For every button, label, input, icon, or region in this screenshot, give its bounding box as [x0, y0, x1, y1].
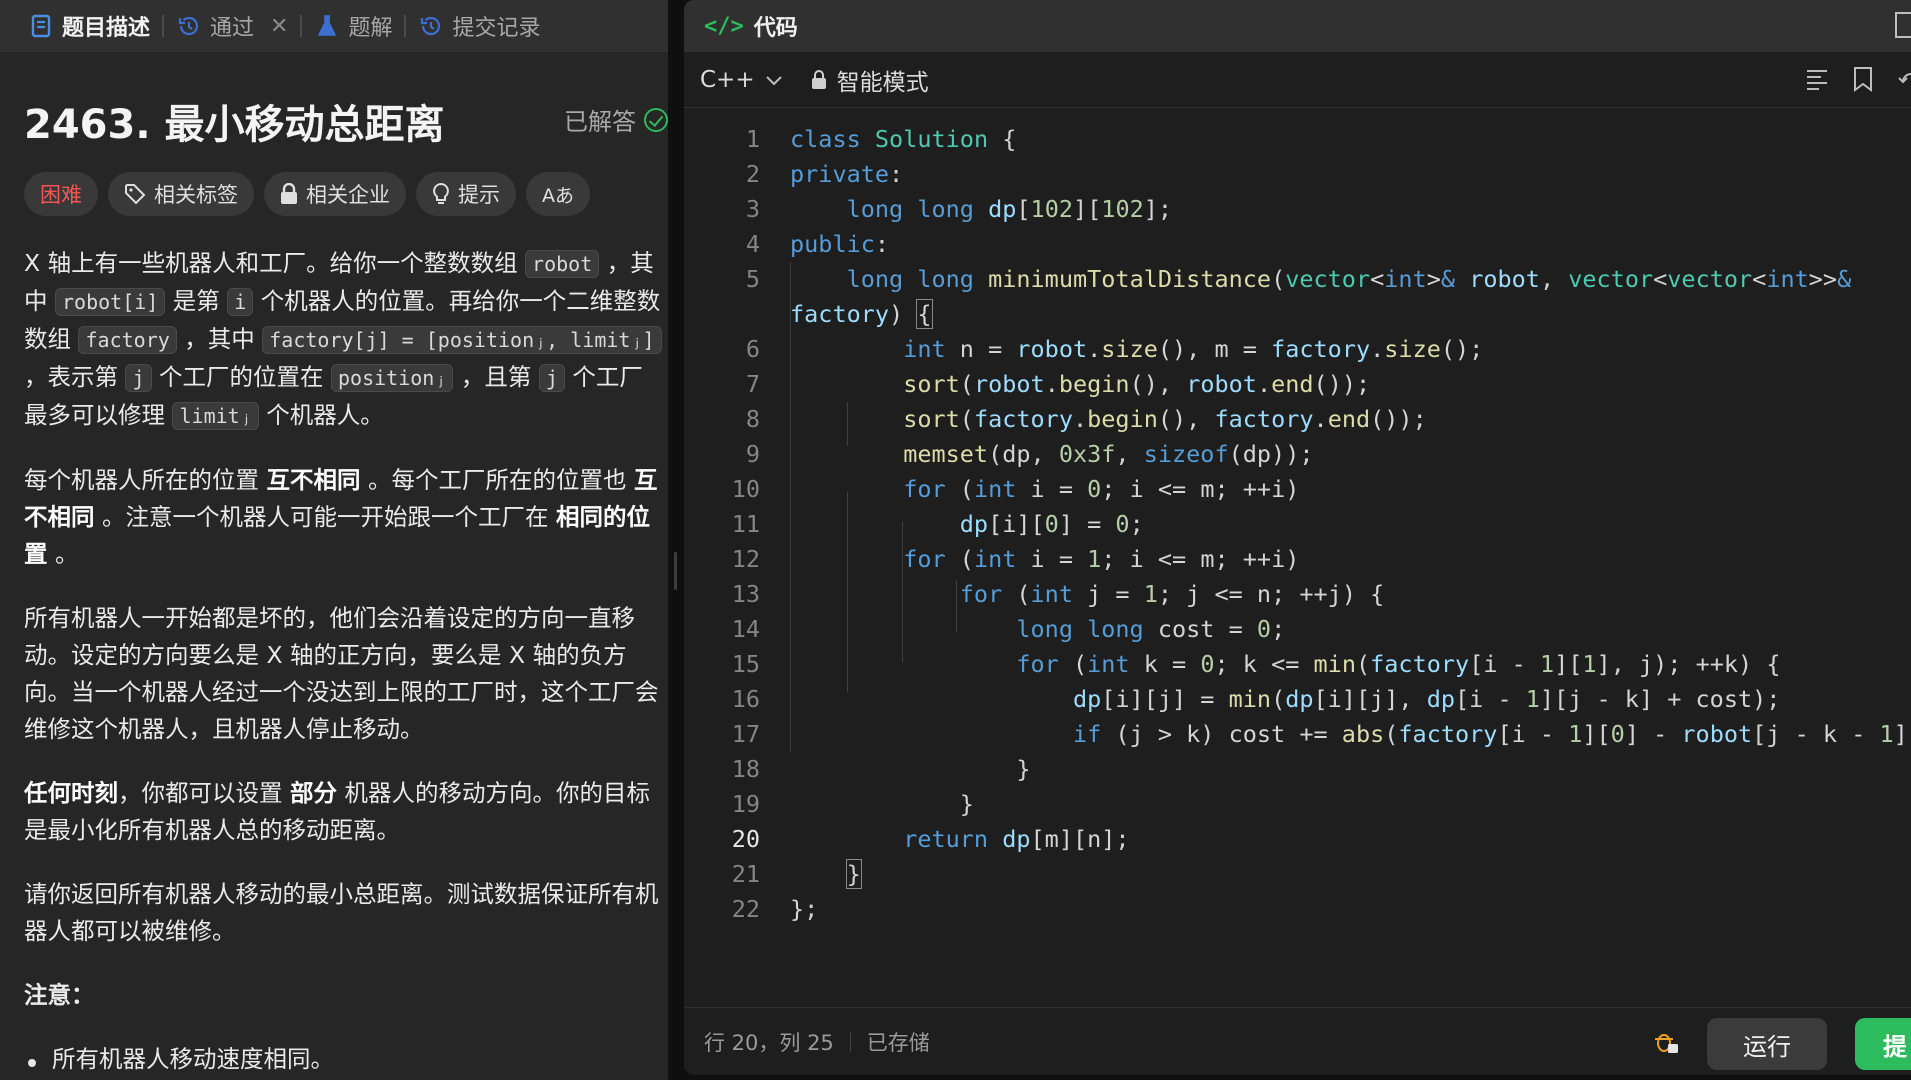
- code-editor[interactable]: 1 class Solution { 2 private: 3 long long …: [684, 122, 1911, 1002]
- code-header: </> 代码: [684, 0, 1911, 52]
- related-tags-label: 相关标签: [154, 183, 238, 207]
- lock-icon: [280, 183, 298, 205]
- saved-status: 已存储: [866, 1030, 930, 1055]
- document-icon: [28, 13, 54, 39]
- problem-title: 2463. 最小移动总距离: [24, 102, 445, 148]
- lightbulb-icon: [432, 182, 450, 206]
- tab-solutions-label: 题解: [348, 16, 393, 41]
- related-tags-button[interactable]: 相关标签: [108, 172, 254, 216]
- history-icon: [176, 13, 202, 39]
- tab-submissions[interactable]: 提交记录: [406, 0, 552, 52]
- format-icon[interactable]: [1805, 67, 1829, 97]
- bookmark-icon[interactable]: [1853, 66, 1873, 98]
- inline-code: j: [125, 364, 152, 392]
- reset-icon[interactable]: [1897, 66, 1911, 98]
- tab-accepted[interactable]: 通过 ✕: [164, 0, 300, 52]
- maximize-icon[interactable]: [1895, 12, 1911, 38]
- language-select[interactable]: C++: [700, 67, 783, 93]
- close-icon[interactable]: ✕: [270, 14, 288, 39]
- editor-toolbar: C++ 智能模式: [684, 52, 1911, 108]
- description-paragraph: X 轴上有一些机器人和工厂。给你一个整数数组 robot ，其中 robot[i…: [24, 249, 662, 430]
- language-label: C++: [700, 66, 755, 93]
- problem-description: X 轴上有一些机器人和工厂。给你一个整数数组 robot ，其中 robot[i…: [24, 245, 664, 1078]
- inline-code: robot: [525, 250, 600, 278]
- description-paragraph: 所有机器人一开始都是坏的，他们会沿着设定的方向一直移动。设定的方向要么是 X 轴…: [24, 604, 659, 743]
- description-paragraph: 任何时刻，你都可以设置 部分 机器人的移动方向。你的目标是最小化所有机器人总的移…: [24, 779, 650, 844]
- title-row: 2463. 最小移动总距离 已解答: [24, 92, 668, 150]
- chevron-down-icon: [765, 67, 783, 93]
- translate-button[interactable]: Aあ: [526, 172, 590, 216]
- cursor-position: 行 20，列 25: [704, 1030, 834, 1055]
- hint-label: 提示: [458, 183, 500, 207]
- tab-description[interactable]: 题目描述: [16, 0, 162, 52]
- tab-solutions[interactable]: 题解: [302, 0, 404, 52]
- check-circle-icon: [644, 107, 668, 132]
- tag-icon: [124, 183, 146, 205]
- solved-status: 已解答: [564, 102, 668, 137]
- code-header-title: 代码: [753, 16, 798, 41]
- submit-button[interactable]: 提: [1855, 1018, 1911, 1070]
- translate-icon: Aあ: [542, 184, 574, 207]
- tag-row: 困难 相关标签 相关企业 提示 Aあ: [24, 172, 590, 216]
- inline-code: factory[j] = [positionⱼ, limitⱼ]: [262, 326, 662, 354]
- difficulty-badge: 困难: [24, 172, 98, 216]
- tab-submissions-label: 提交记录: [452, 16, 541, 41]
- lock-icon: [811, 69, 827, 90]
- smart-mode-toggle[interactable]: 智能模式: [811, 63, 929, 97]
- drag-handle[interactable]: [674, 552, 677, 590]
- inline-code: factory: [78, 326, 177, 354]
- inline-code: robot[i]: [54, 288, 166, 316]
- inline-code: j: [538, 364, 565, 392]
- hint-button[interactable]: 提示: [416, 172, 516, 216]
- debug-bug-icon[interactable]: [1653, 1029, 1679, 1060]
- description-paragraph: 请你返回所有机器人移动的最小总距离。测试数据保证所有机器人都可以被维修。: [24, 880, 659, 945]
- editor-statusbar: 行 20，列 25 已存储 运行 提: [684, 1007, 1911, 1075]
- toolbar-actions: [1805, 66, 1911, 98]
- inline-code: limitⱼ: [172, 402, 259, 430]
- problem-panel: 题目描述 通过 ✕ 题解 提交记录 2463. 最小移动总距离 已解答 困难 相…: [0, 0, 668, 1080]
- solved-label: 已解答: [564, 108, 636, 136]
- code-panel: </> 代码 C++ 智能模式 1 class Solution {2 pri…: [684, 0, 1911, 1075]
- bullet-dot: [28, 1059, 36, 1067]
- description-paragraph: 每个机器人所在的位置 互不相同 。每个工厂所在的位置也 互不相同 。注意一个机器…: [24, 466, 658, 568]
- inline-code: i: [227, 288, 254, 316]
- tab-description-label: 题目描述: [62, 16, 151, 41]
- code-icon: </>: [704, 13, 744, 39]
- run-button[interactable]: 运行: [1707, 1018, 1827, 1070]
- flask-icon: [314, 13, 340, 39]
- related-companies-label: 相关企业: [306, 183, 390, 207]
- related-companies-button[interactable]: 相关企业: [264, 172, 406, 216]
- action-buttons: 运行 提: [1653, 1018, 1911, 1070]
- tab-accepted-label: 通过: [210, 16, 255, 41]
- smart-mode-label: 智能模式: [836, 69, 929, 96]
- status-divider: [849, 1031, 851, 1052]
- note-heading: 注意：: [24, 981, 95, 1009]
- panel-resizer[interactable]: [668, 0, 684, 1080]
- inline-code: positionⱼ: [330, 364, 454, 392]
- problem-tabbar: 题目描述 通过 ✕ 题解 提交记录: [0, 0, 668, 52]
- history-icon: [418, 13, 444, 39]
- list-item: 所有机器人移动速度相同。: [24, 1041, 664, 1078]
